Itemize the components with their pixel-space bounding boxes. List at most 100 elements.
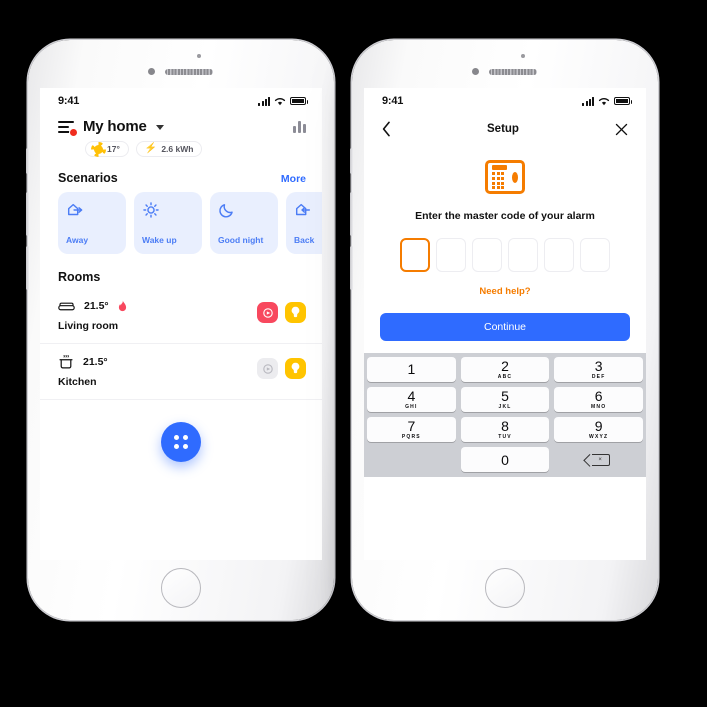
sofa-icon bbox=[58, 302, 75, 310]
proximity-sensor-icon bbox=[197, 54, 201, 58]
code-input-row[interactable] bbox=[364, 222, 646, 272]
key-number: 1 bbox=[407, 361, 416, 377]
keypad-display-bar bbox=[492, 164, 507, 170]
key-number: 5 bbox=[501, 388, 509, 404]
keypad-row-2: 4 GHI 5 JKL 6 MNO bbox=[367, 387, 644, 412]
keypad-dial-icon bbox=[512, 171, 518, 183]
home-button-left[interactable] bbox=[161, 568, 201, 608]
code-box-1[interactable] bbox=[400, 238, 430, 272]
home-header: My home 17° ⚡ 2.6 kWh bbox=[40, 114, 322, 157]
room-row-living-room[interactable]: 21.5° Living room bbox=[40, 288, 322, 344]
screen-home: 9:41 My home 17° ⚡ 2.6 kWh Scenarios Mor… bbox=[40, 88, 322, 560]
volume-down-button[interactable] bbox=[26, 246, 29, 290]
scenarios-list[interactable]: Away Wake up Good night Back bbox=[40, 192, 322, 254]
phone-device-left: 9:41 My home 17° ⚡ 2.6 kWh Scenarios Mor… bbox=[26, 40, 334, 620]
scenarios-title: Scenarios bbox=[58, 171, 118, 185]
moon-icon bbox=[218, 201, 270, 221]
earpiece-speaker bbox=[489, 69, 537, 75]
rooms-title: Rooms bbox=[58, 270, 101, 284]
keypad-dots bbox=[492, 172, 507, 190]
status-indicators bbox=[582, 96, 632, 106]
key-blank bbox=[367, 447, 456, 472]
continue-container: Continue bbox=[364, 297, 646, 341]
code-box-4[interactable] bbox=[508, 238, 538, 272]
key-8[interactable]: 8 TUV bbox=[460, 417, 550, 442]
home-title-row: My home bbox=[58, 118, 306, 137]
numeric-keypad[interactable]: 1 2 ABC 3 DEF 4 GHI 5 JKL 6 MNO 7 PQRS 8… bbox=[364, 353, 646, 477]
bolt-icon: ⚡ bbox=[144, 143, 158, 154]
scenarios-header: Scenarios More bbox=[40, 157, 322, 192]
weather-pill[interactable]: 17° bbox=[85, 141, 129, 157]
light-bulb-icon[interactable] bbox=[285, 302, 306, 323]
need-help-link[interactable]: Need help? bbox=[364, 272, 646, 297]
scenario-label: Wake up bbox=[142, 235, 177, 245]
room-badges bbox=[257, 354, 306, 379]
bar-chart-icon[interactable] bbox=[292, 120, 306, 133]
room-temperature: 21.5° bbox=[84, 300, 109, 312]
scenario-card-good-night[interactable]: Good night bbox=[210, 192, 278, 254]
scenario-label: Back bbox=[294, 235, 315, 245]
scenario-card-wake-up[interactable]: Wake up bbox=[134, 192, 202, 254]
home-title-left[interactable]: My home bbox=[58, 118, 164, 137]
chevron-left-icon[interactable] bbox=[382, 121, 391, 137]
key-0[interactable]: 0 bbox=[460, 447, 550, 472]
volume-down-button[interactable] bbox=[350, 246, 353, 290]
silent-switch[interactable] bbox=[350, 148, 353, 174]
chevron-down-icon[interactable] bbox=[155, 125, 164, 130]
earpiece-speaker bbox=[165, 69, 213, 75]
siren-icon[interactable] bbox=[257, 302, 278, 323]
scenarios-more-link[interactable]: More bbox=[281, 173, 306, 185]
scenario-card-away[interactable]: Away bbox=[58, 192, 126, 254]
key-letters: TUV bbox=[498, 434, 512, 440]
silent-switch[interactable] bbox=[26, 148, 29, 174]
hamburger-menu-icon[interactable] bbox=[58, 120, 78, 137]
front-camera-icon bbox=[148, 68, 155, 75]
continue-button[interactable]: Continue bbox=[380, 313, 630, 341]
code-box-5[interactable] bbox=[544, 238, 574, 272]
code-box-3[interactable] bbox=[472, 238, 502, 272]
proximity-sensor-icon bbox=[521, 54, 525, 58]
scenario-card-back[interactable]: Back bbox=[286, 192, 322, 254]
grid-dots-icon[interactable] bbox=[161, 422, 201, 462]
room-top: 21.5° bbox=[58, 298, 127, 314]
key-3[interactable]: 3 DEF bbox=[554, 357, 644, 382]
code-box-2[interactable] bbox=[436, 238, 466, 272]
room-info: 21.5° Living room bbox=[58, 298, 127, 332]
siren-icon[interactable] bbox=[257, 358, 278, 379]
keypad-row-1: 1 2 ABC 3 DEF bbox=[367, 357, 644, 382]
key-letters: DEF bbox=[591, 374, 606, 380]
home-button-right[interactable] bbox=[485, 568, 525, 608]
front-camera-icon bbox=[472, 68, 479, 75]
key-1[interactable]: 1 bbox=[367, 357, 456, 382]
backspace-icon[interactable]: × bbox=[554, 447, 643, 472]
key-number: 8 bbox=[501, 418, 509, 434]
cellular-bars-icon bbox=[582, 96, 594, 106]
code-box-6[interactable] bbox=[580, 238, 610, 272]
volume-up-button[interactable] bbox=[350, 192, 353, 236]
key-6[interactable]: 6 MNO bbox=[554, 387, 644, 412]
fab-container bbox=[40, 400, 322, 462]
light-bulb-icon[interactable] bbox=[285, 358, 306, 379]
alarm-keypad-icon bbox=[485, 160, 525, 194]
battery-icon bbox=[614, 97, 632, 105]
key-number: 0 bbox=[501, 451, 509, 468]
room-row-kitchen[interactable]: 21.5° Kitchen bbox=[40, 344, 322, 400]
close-icon[interactable] bbox=[615, 123, 628, 136]
phone-device-right: 9:41 Setup Enter the master code of your… bbox=[350, 40, 658, 620]
house-enter-icon bbox=[294, 201, 322, 221]
volume-up-button[interactable] bbox=[26, 192, 29, 236]
energy-pill[interactable]: ⚡ 2.6 kWh bbox=[135, 141, 203, 157]
wifi-icon bbox=[274, 97, 286, 105]
screen-setup: 9:41 Setup Enter the master code of your… bbox=[364, 88, 646, 560]
backspace-glyph: × bbox=[591, 453, 610, 466]
key-5[interactable]: 5 JKL bbox=[460, 387, 550, 412]
key-4[interactable]: 4 GHI bbox=[367, 387, 456, 412]
key-2[interactable]: 2 ABC bbox=[460, 357, 550, 382]
flame-icon bbox=[118, 300, 126, 312]
scenario-label: Good night bbox=[218, 235, 264, 245]
key-number: 2 bbox=[501, 358, 509, 374]
key-number: 4 bbox=[407, 388, 416, 404]
key-9[interactable]: 9 WXYZ bbox=[554, 417, 644, 442]
key-7[interactable]: 7 PQRS bbox=[367, 417, 456, 442]
room-info: 21.5° Kitchen bbox=[58, 354, 108, 388]
